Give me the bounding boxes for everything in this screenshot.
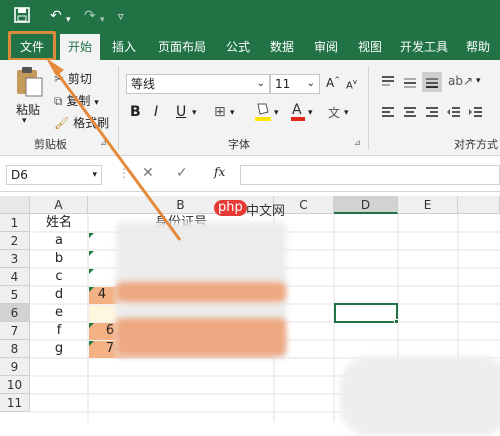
annotation-arrow	[46, 58, 182, 241]
